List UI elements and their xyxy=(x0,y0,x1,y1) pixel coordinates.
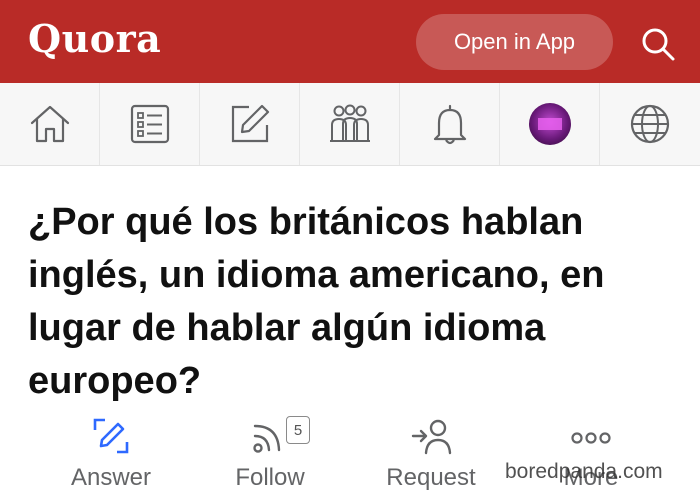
watermark: boredpanda.com xyxy=(505,460,663,483)
request-label: Request xyxy=(386,464,476,491)
follow-count-badge: 5 xyxy=(286,416,310,444)
nav-item-language[interactable] xyxy=(600,83,700,165)
people-icon xyxy=(329,104,370,142)
open-in-app-button[interactable]: Open in App xyxy=(416,14,613,70)
top-header: Quora Open in App xyxy=(0,0,700,83)
rss-follow-icon xyxy=(253,424,281,453)
avatar xyxy=(528,103,571,145)
quora-logo[interactable]: Quora xyxy=(28,16,161,61)
more-dots-icon xyxy=(571,432,611,444)
nav-item-write[interactable] xyxy=(200,83,300,165)
answer-edit-icon xyxy=(93,418,129,454)
nav-item-notifications[interactable] xyxy=(400,83,500,165)
home-icon xyxy=(30,105,69,143)
globe-icon xyxy=(630,104,670,144)
answer-button[interactable]: Answer xyxy=(46,414,176,493)
nav-item-spaces[interactable] xyxy=(300,83,400,165)
nav-item-home[interactable] xyxy=(0,83,100,165)
bell-icon xyxy=(433,104,466,145)
follow-button[interactable]: 5 Follow xyxy=(205,414,335,493)
nav-bar xyxy=(0,83,700,166)
answer-label: Answer xyxy=(70,464,152,491)
nav-item-profile[interactable] xyxy=(500,83,600,165)
request-button[interactable]: Request xyxy=(366,414,496,493)
search-icon[interactable] xyxy=(636,22,680,66)
nav-item-answer[interactable] xyxy=(100,83,200,165)
question-title[interactable]: ¿Por qué los británicos hablan inglés, u… xyxy=(28,196,678,408)
follow-label: Follow xyxy=(235,464,305,491)
edit-icon xyxy=(231,104,269,143)
list-icon xyxy=(130,104,169,144)
request-user-icon xyxy=(411,419,452,455)
